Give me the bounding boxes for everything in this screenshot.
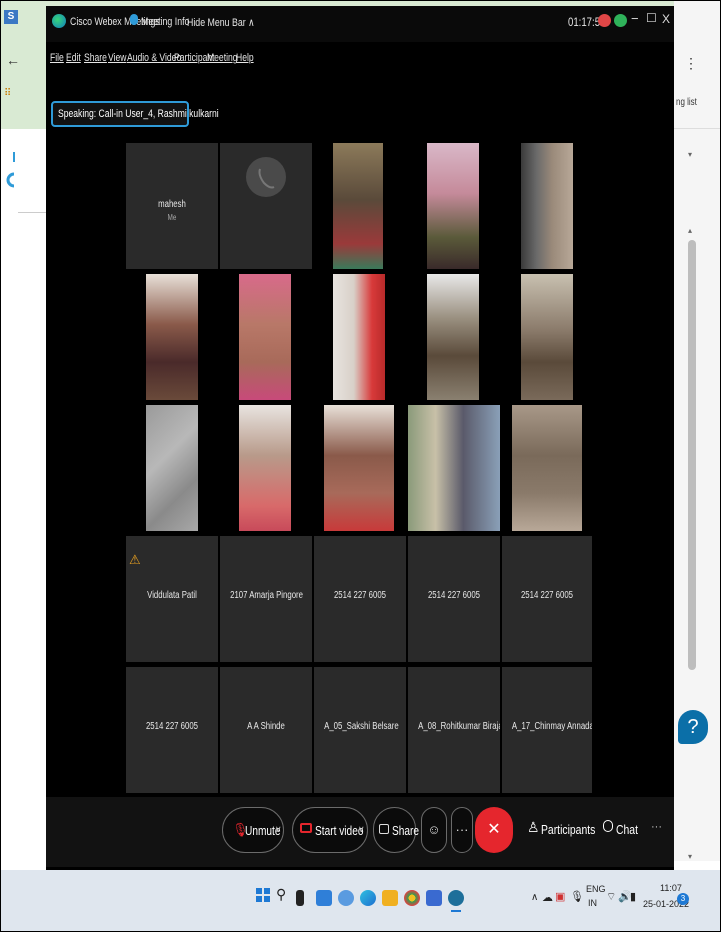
outer-frame [0, 0, 721, 932]
